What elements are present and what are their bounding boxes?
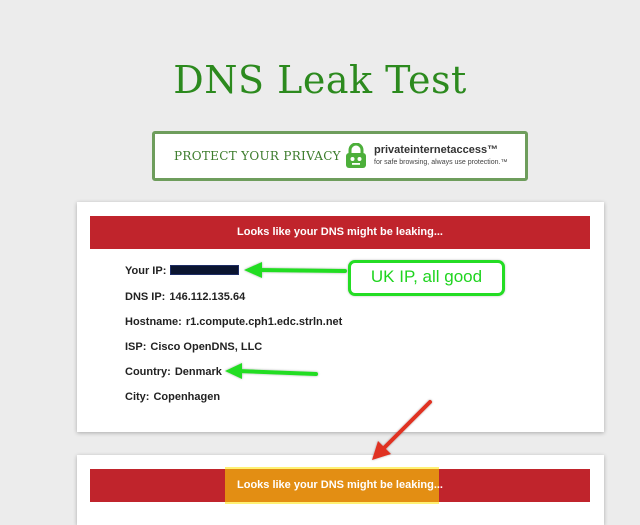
lock-icon	[346, 143, 366, 168]
city-label: City:	[125, 391, 150, 403]
country-row: Country: Denmark	[125, 366, 222, 378]
city-value: Copenhagen	[153, 391, 221, 403]
page-title: DNS Leak Test	[173, 58, 467, 102]
hostname-value: r1.compute.cph1.edc.strln.net	[185, 316, 343, 328]
leak-warning-text-2: Looks like your DNS might be leaking...	[237, 479, 443, 491]
city-row: City: Copenhagen	[125, 391, 220, 403]
hostname-row: Hostname: r1.compute.cph1.edc.strln.net	[125, 316, 342, 328]
your-ip-row: Your IP:	[125, 265, 240, 277]
dns-result-card: Looks like your DNS might be leaking... …	[77, 202, 604, 432]
second-result-card: Looks like your DNS might be leaking...	[77, 455, 604, 525]
isp-value: Cisco OpenDNS, LLC	[150, 341, 263, 353]
country-value: Denmark	[174, 366, 222, 378]
your-ip-label: Your IP:	[125, 265, 167, 277]
privacy-ad-banner[interactable]: PROTECT YOUR PRIVACY privateinternetacce…	[152, 131, 528, 181]
isp-label: ISP:	[125, 341, 147, 353]
ad-brand-subtitle: for safe browsing, always use protection…	[374, 159, 508, 166]
ad-tagline: PROTECT YOUR PRIVACY	[174, 149, 341, 163]
ad-brand-name: privateinternetaccess™	[374, 144, 499, 156]
isp-row: ISP: Cisco OpenDNS, LLC	[125, 341, 262, 353]
dns-ip-row: DNS IP: 146.112.135.64	[125, 291, 245, 303]
uk-ip-callout: UK IP, all good	[348, 260, 505, 296]
dns-ip-value: 146.112.135.64	[169, 291, 246, 303]
country-label: Country:	[125, 366, 171, 378]
hostname-label: Hostname:	[125, 316, 182, 328]
redacted-ip-block	[170, 265, 240, 275]
dns-ip-label: DNS IP:	[125, 291, 166, 303]
leak-warning-banner: Looks like your DNS might be leaking...	[90, 216, 590, 249]
